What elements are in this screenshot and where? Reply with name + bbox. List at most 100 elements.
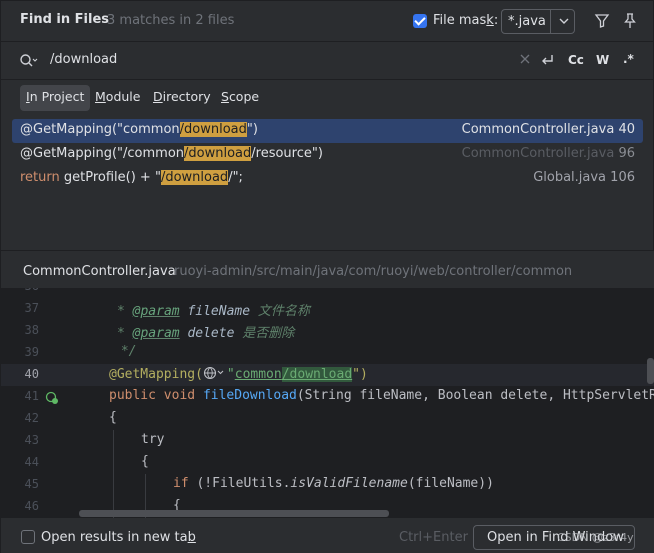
code-line: 44 { (1, 452, 654, 474)
doc-param-tag: @param (132, 326, 180, 341)
doc-param-name: delete (187, 326, 235, 341)
clear-icon[interactable] (519, 53, 531, 65)
code-line: 36 * (1, 288, 654, 298)
code-match: /download (281, 367, 353, 382)
code-line: 38 * @param delete 是否删除 (1, 320, 654, 342)
search-history-icon[interactable] (19, 53, 39, 69)
open-in-new-tab-label[interactable]: Open results in new tab (41, 530, 196, 545)
line-number: 44 (24, 455, 39, 469)
line-number: 40 (24, 367, 39, 381)
result-line: 40 (618, 122, 635, 137)
horizontal-scrollbar[interactable] (79, 510, 389, 517)
file-mask-text: File mask: (433, 13, 499, 28)
result-text: @GetMapping("common/download") (20, 122, 258, 137)
code-text: { (141, 454, 149, 469)
tab-module[interactable]: Module (89, 85, 146, 111)
open-in-new-tab-text: Open results in new tab (41, 530, 196, 545)
result-location: CommonController.java 96 (462, 146, 635, 161)
line-number: 46 (24, 499, 39, 513)
result-post: /"; (228, 170, 243, 185)
result-row[interactable]: @GetMapping("/common/download/resource")… (12, 143, 643, 167)
doc-comment: 是否删除 (242, 326, 295, 341)
preview-file-name: CommonController.java (23, 264, 176, 279)
tab-scope[interactable]: Scope (215, 85, 265, 111)
scope-tabs: In Project Module Directory Scope (1, 85, 654, 111)
code-expr: (fileName)) (407, 476, 494, 491)
mnemonic: b (187, 530, 196, 545)
file-mask-combo[interactable]: *.java (501, 9, 575, 34)
mnemonic: k (486, 13, 494, 28)
indent-guide (113, 430, 114, 518)
result-pre: getProfile() + " (59, 170, 161, 185)
header-divider (1, 41, 654, 42)
search-row: /download Cc W .* (1, 43, 654, 79)
code-text: * (113, 288, 129, 293)
open-in-new-tab-checkbox[interactable] (21, 530, 35, 544)
code-line-current: 40 @GetMapping("common/download") (1, 364, 654, 386)
code-text: * @param fileName 文件名称 (117, 304, 310, 319)
result-row[interactable]: return getProfile() + "/download/"; Glob… (12, 167, 643, 191)
result-match: /download (184, 146, 252, 161)
code-line: 42 { (1, 408, 654, 430)
code-static-call: isValidFilename (290, 476, 408, 491)
code-url-link[interactable]: common (235, 367, 282, 382)
code-string: " (226, 367, 235, 382)
code-keyword: public (109, 388, 156, 403)
search-input[interactable]: /download (50, 52, 500, 67)
filter-icon[interactable] (594, 13, 610, 29)
doc-param-tag: @param (132, 304, 180, 319)
chevron-down-icon[interactable] (557, 13, 571, 29)
file-mask-label[interactable]: File mask: (433, 13, 498, 28)
line-number: 39 (24, 345, 39, 359)
results-list: @GetMapping("common/download") CommonCon… (12, 119, 643, 191)
match-count: 3 matches in 2 files (107, 13, 235, 28)
preview-path-bar: CommonController.java ruoyi-admin/src/ma… (1, 251, 654, 288)
line-number: 36 (1, 288, 39, 293)
result-post: /resource") (251, 146, 323, 161)
code-line: 37 * @param fileName 文件名称 (1, 298, 654, 320)
file-mask-checkbox[interactable] (413, 14, 427, 28)
code-text: try (141, 432, 165, 447)
result-file: CommonController.java (461, 146, 615, 161)
result-row[interactable]: @GetMapping("common/download") CommonCon… (12, 119, 643, 143)
code-params: (String fileName, Boolean delete, HttpSe… (296, 388, 654, 403)
result-text: return getProfile() + "/download/"; (20, 170, 243, 185)
result-text: @GetMapping("/common/download/resource") (20, 146, 323, 161)
doc-comment: 文件名称 (257, 304, 310, 319)
code-keyword: if (173, 476, 189, 491)
vertical-scrollbar[interactable] (647, 358, 654, 384)
line-number: 45 (24, 477, 39, 491)
line-number: 43 (24, 433, 39, 447)
globe-icon[interactable] (203, 366, 227, 380)
line-number: 41 (24, 389, 39, 403)
match-case-toggle[interactable]: Cc (568, 53, 584, 67)
doc-param-name: fileName (187, 304, 251, 319)
code-string-end: ") (352, 367, 368, 382)
code-line: 41 public void fileDownload(String fileN… (1, 386, 654, 408)
code-method-name: fileDownload (202, 388, 297, 403)
dialog-header: Find in Files 3 matches in 2 files File … (1, 1, 654, 41)
dialog-title: Find in Files (20, 12, 110, 27)
code-text: @GetMapping("common/download") (109, 366, 368, 382)
endpoint-gutter-icon[interactable] (45, 391, 59, 405)
result-line: 96 (618, 146, 635, 161)
result-post: ") (246, 122, 258, 137)
combo-separator (550, 10, 551, 33)
pin-icon[interactable] (622, 12, 638, 30)
regex-toggle[interactable]: .* (623, 52, 634, 66)
result-match: /download (160, 170, 229, 185)
result-keyword: return (20, 170, 60, 185)
new-line-icon[interactable] (539, 52, 555, 68)
result-file: CommonController.java (461, 122, 615, 137)
words-toggle[interactable]: W (596, 53, 609, 67)
result-file: Global.java (533, 170, 607, 185)
code-preview[interactable]: 36 * 37 * @param fileName 文件名称 38 * @par… (1, 288, 654, 518)
result-pre: @GetMapping("common (20, 122, 180, 137)
find-in-files-dialog: Find in Files 3 matches in 2 files File … (0, 0, 654, 553)
code-text: */ (113, 344, 137, 359)
tab-directory[interactable]: Directory (147, 85, 217, 111)
code-keyword: void (163, 388, 196, 403)
line-number: 37 (24, 301, 39, 315)
result-location: Global.java 106 (533, 170, 635, 185)
tab-in-project[interactable]: In Project (20, 85, 91, 111)
